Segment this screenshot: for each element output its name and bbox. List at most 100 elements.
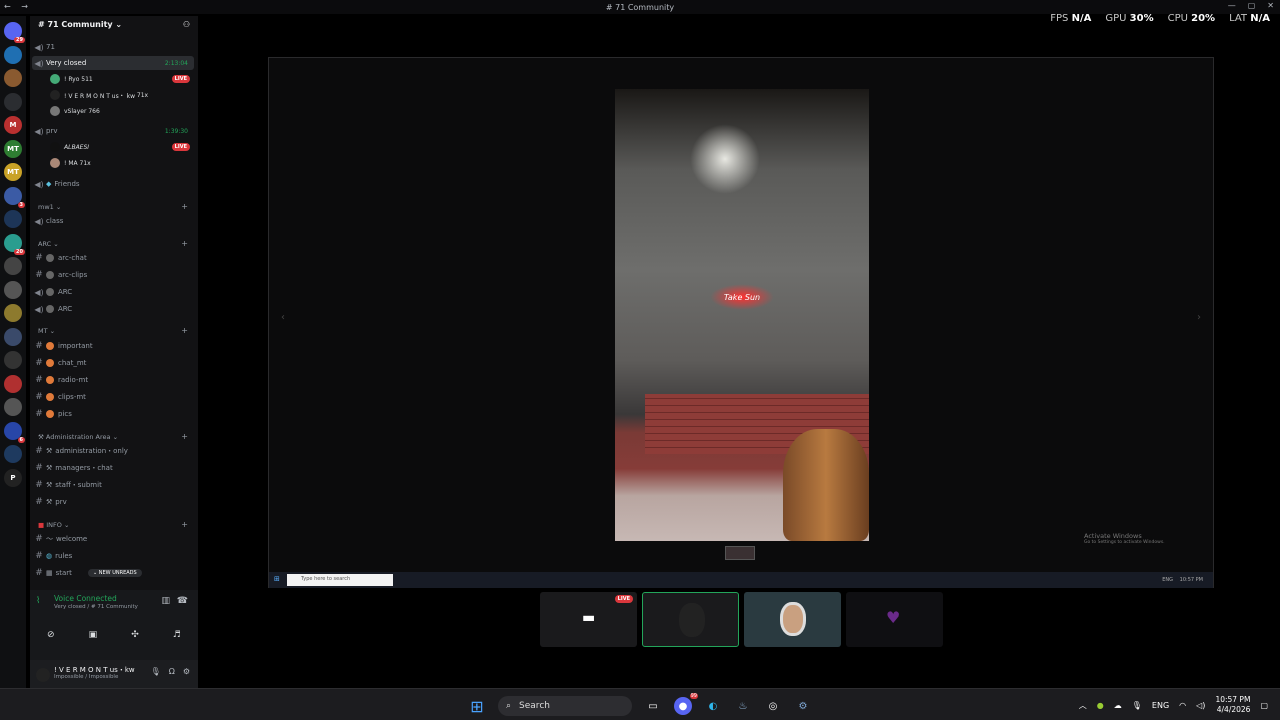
voice-channel-class[interactable]: ◀) class: [32, 214, 194, 228]
edge-icon[interactable]: ◐: [704, 697, 722, 715]
server-icon[interactable]: 20: [4, 233, 25, 255]
voice-channel-arc-2[interactable]: ◀) ARC: [32, 302, 194, 316]
server-icon[interactable]: [4, 69, 22, 87]
server-icon[interactable]: [4, 45, 22, 64]
plus-icon[interactable]: +: [181, 239, 188, 248]
channel-clips-mt[interactable]: # clips-mt: [32, 390, 194, 404]
server-icon[interactable]: M: [4, 116, 22, 134]
screen-share-icon[interactable]: ▣: [89, 630, 98, 640]
activities-icon[interactable]: ✣: [131, 630, 139, 640]
channel-managers-chat[interactable]: # ⚒ managers・chat: [32, 461, 194, 475]
channel-prv[interactable]: # ⚒ prv: [32, 495, 194, 509]
category-info[interactable]: ■ INFO ⌄ +: [38, 520, 188, 529]
channel-important[interactable]: # important: [32, 339, 194, 353]
channel-administration-only[interactable]: # ⚒ administration・only: [32, 444, 194, 458]
server-icon[interactable]: MT: [4, 139, 22, 158]
plus-icon[interactable]: +: [181, 326, 188, 335]
voice-channel-prv[interactable]: ◀) prv 1:39:30: [32, 124, 194, 138]
voice-channel-friends[interactable]: ◀) ◆ Friends: [32, 177, 194, 191]
onedrive-icon[interactable]: ☁: [1114, 701, 1122, 710]
task-view-icon[interactable]: ▭: [644, 697, 662, 715]
avatar[interactable]: [36, 668, 50, 682]
windows-start-icon[interactable]: ⊞: [468, 697, 486, 716]
clock[interactable]: 10:57 PM 4/4/2026: [1215, 695, 1250, 715]
channel-welcome[interactable]: # 〜 welcome: [32, 532, 194, 546]
server-icon[interactable]: [4, 92, 22, 111]
camera-icon[interactable]: ⊘: [47, 630, 55, 640]
channel-arc-chat[interactable]: # arc-chat: [32, 251, 194, 265]
server-icon[interactable]: [4, 374, 22, 393]
plus-icon[interactable]: +: [181, 432, 188, 441]
tray-app-icon[interactable]: ●: [1097, 701, 1104, 710]
chevron-up-icon[interactable]: ︿: [1079, 700, 1087, 711]
notification-icon[interactable]: ▢: [1260, 701, 1268, 710]
volume-icon[interactable]: ◁): [1196, 701, 1205, 710]
channel-arc-clips[interactable]: # arc-clips: [32, 268, 194, 282]
server-icon[interactable]: 29: [4, 22, 25, 43]
server-icon[interactable]: [4, 351, 22, 369]
screen-share-viewer[interactable]: ‹ › Take Sun Activate Windows Go to Setti…: [268, 57, 1214, 588]
server-icon[interactable]: [4, 257, 22, 275]
participant-tile-stream[interactable]: LIVE ▬: [540, 592, 637, 647]
chevron-left-icon[interactable]: ‹: [281, 312, 285, 323]
server-icon[interactable]: 6: [4, 421, 25, 443]
server-icon[interactable]: P: [4, 468, 22, 487]
participant-tiles: LIVE ▬ ♥: [540, 592, 943, 647]
plus-icon[interactable]: +: [181, 202, 188, 211]
voice-channel-very-closed[interactable]: ◀) Very closed 2:13:04: [32, 56, 194, 70]
channel-radio-mt[interactable]: # radio-mt: [32, 373, 194, 387]
participant-tile-4[interactable]: ♥: [846, 592, 943, 647]
channel-rules[interactable]: # ◍ rules: [32, 549, 194, 563]
discord-icon[interactable]: ● 99: [674, 693, 698, 715]
category-administration[interactable]: ⚒ Administration Area ⌄ +: [38, 432, 188, 441]
channel-pics[interactable]: # pics: [32, 407, 194, 421]
gear-icon[interactable]: ⚙: [183, 667, 190, 676]
plus-icon[interactable]: +: [181, 520, 188, 529]
voice-channel-path[interactable]: Very closed / # 71 Community: [54, 604, 138, 610]
server-icon[interactable]: [4, 445, 22, 463]
wifi-icon[interactable]: ◠: [1179, 701, 1186, 710]
photo-thumbnail-strip[interactable]: [725, 546, 755, 560]
participant-tile-speaking[interactable]: [642, 592, 739, 647]
microphone-icon[interactable]: 🎙︎: [1132, 701, 1142, 710]
voice-user-ma[interactable]: ! MA 71x: [50, 156, 190, 170]
noise-suppression-icon[interactable]: ▥: [161, 596, 170, 606]
steam-icon[interactable]: ♨: [734, 697, 752, 715]
channel-staff-submit[interactable]: # ⚒ staff・submit: [32, 478, 194, 492]
globe-icon: ◍: [46, 552, 53, 560]
category-mt[interactable]: MT ⌄ +: [38, 326, 188, 335]
category-mw1[interactable]: mw1 ⌄ +: [38, 202, 188, 211]
voice-channel-arc-1[interactable]: ◀) ARC: [32, 285, 194, 299]
server-icon[interactable]: 3: [4, 186, 25, 208]
server-icon[interactable]: MT: [4, 163, 22, 181]
microphone-icon[interactable]: 🎙︎: [151, 667, 161, 676]
maximize-icon[interactable]: ▢: [1248, 1, 1256, 10]
server-icon[interactable]: [4, 327, 22, 346]
new-unreads-pill[interactable]: ⌄ NEW UNREADS: [88, 569, 142, 577]
close-icon[interactable]: ✕: [1267, 1, 1274, 10]
server-icon[interactable]: [4, 304, 22, 322]
voice-user-albaesi[interactable]: ALBAESI LIVE: [50, 140, 190, 154]
voice-user-vslayer[interactable]: vSlayer 766: [50, 104, 190, 118]
server-icon[interactable]: [4, 280, 22, 299]
server-header[interactable]: # 71 Community ⌄ ⚇: [38, 20, 190, 29]
voice-user-ryo[interactable]: ! Ryo 511 LIVE: [50, 72, 190, 86]
minimize-icon[interactable]: —: [1228, 1, 1236, 10]
server-icon[interactable]: [4, 398, 22, 416]
server-icon[interactable]: [4, 210, 22, 228]
app-icon[interactable]: ◎: [764, 697, 782, 715]
shared-photo: Take Sun: [615, 89, 869, 541]
add-member-icon[interactable]: ⚇: [183, 20, 190, 29]
voice-user-vermont[interactable]: ! V E R M O N T us・ kw 71x: [50, 88, 190, 102]
channel-chat-mt[interactable]: # chat_mt: [32, 356, 194, 370]
language-indicator[interactable]: ENG: [1152, 701, 1169, 710]
category-arc[interactable]: ARC ⌄ +: [38, 239, 188, 248]
voice-channel-71[interactable]: ◀) 71: [32, 40, 194, 54]
soundboard-icon[interactable]: ♬: [173, 630, 181, 640]
chevron-right-icon[interactable]: ›: [1197, 312, 1201, 323]
taskbar-search[interactable]: ⌕ Search: [498, 696, 632, 716]
participant-tile-3[interactable]: [744, 592, 841, 647]
disconnect-icon[interactable]: ☎: [177, 596, 188, 606]
headphones-icon[interactable]: Ω: [169, 667, 175, 676]
settings-icon[interactable]: ⚙: [794, 697, 812, 715]
